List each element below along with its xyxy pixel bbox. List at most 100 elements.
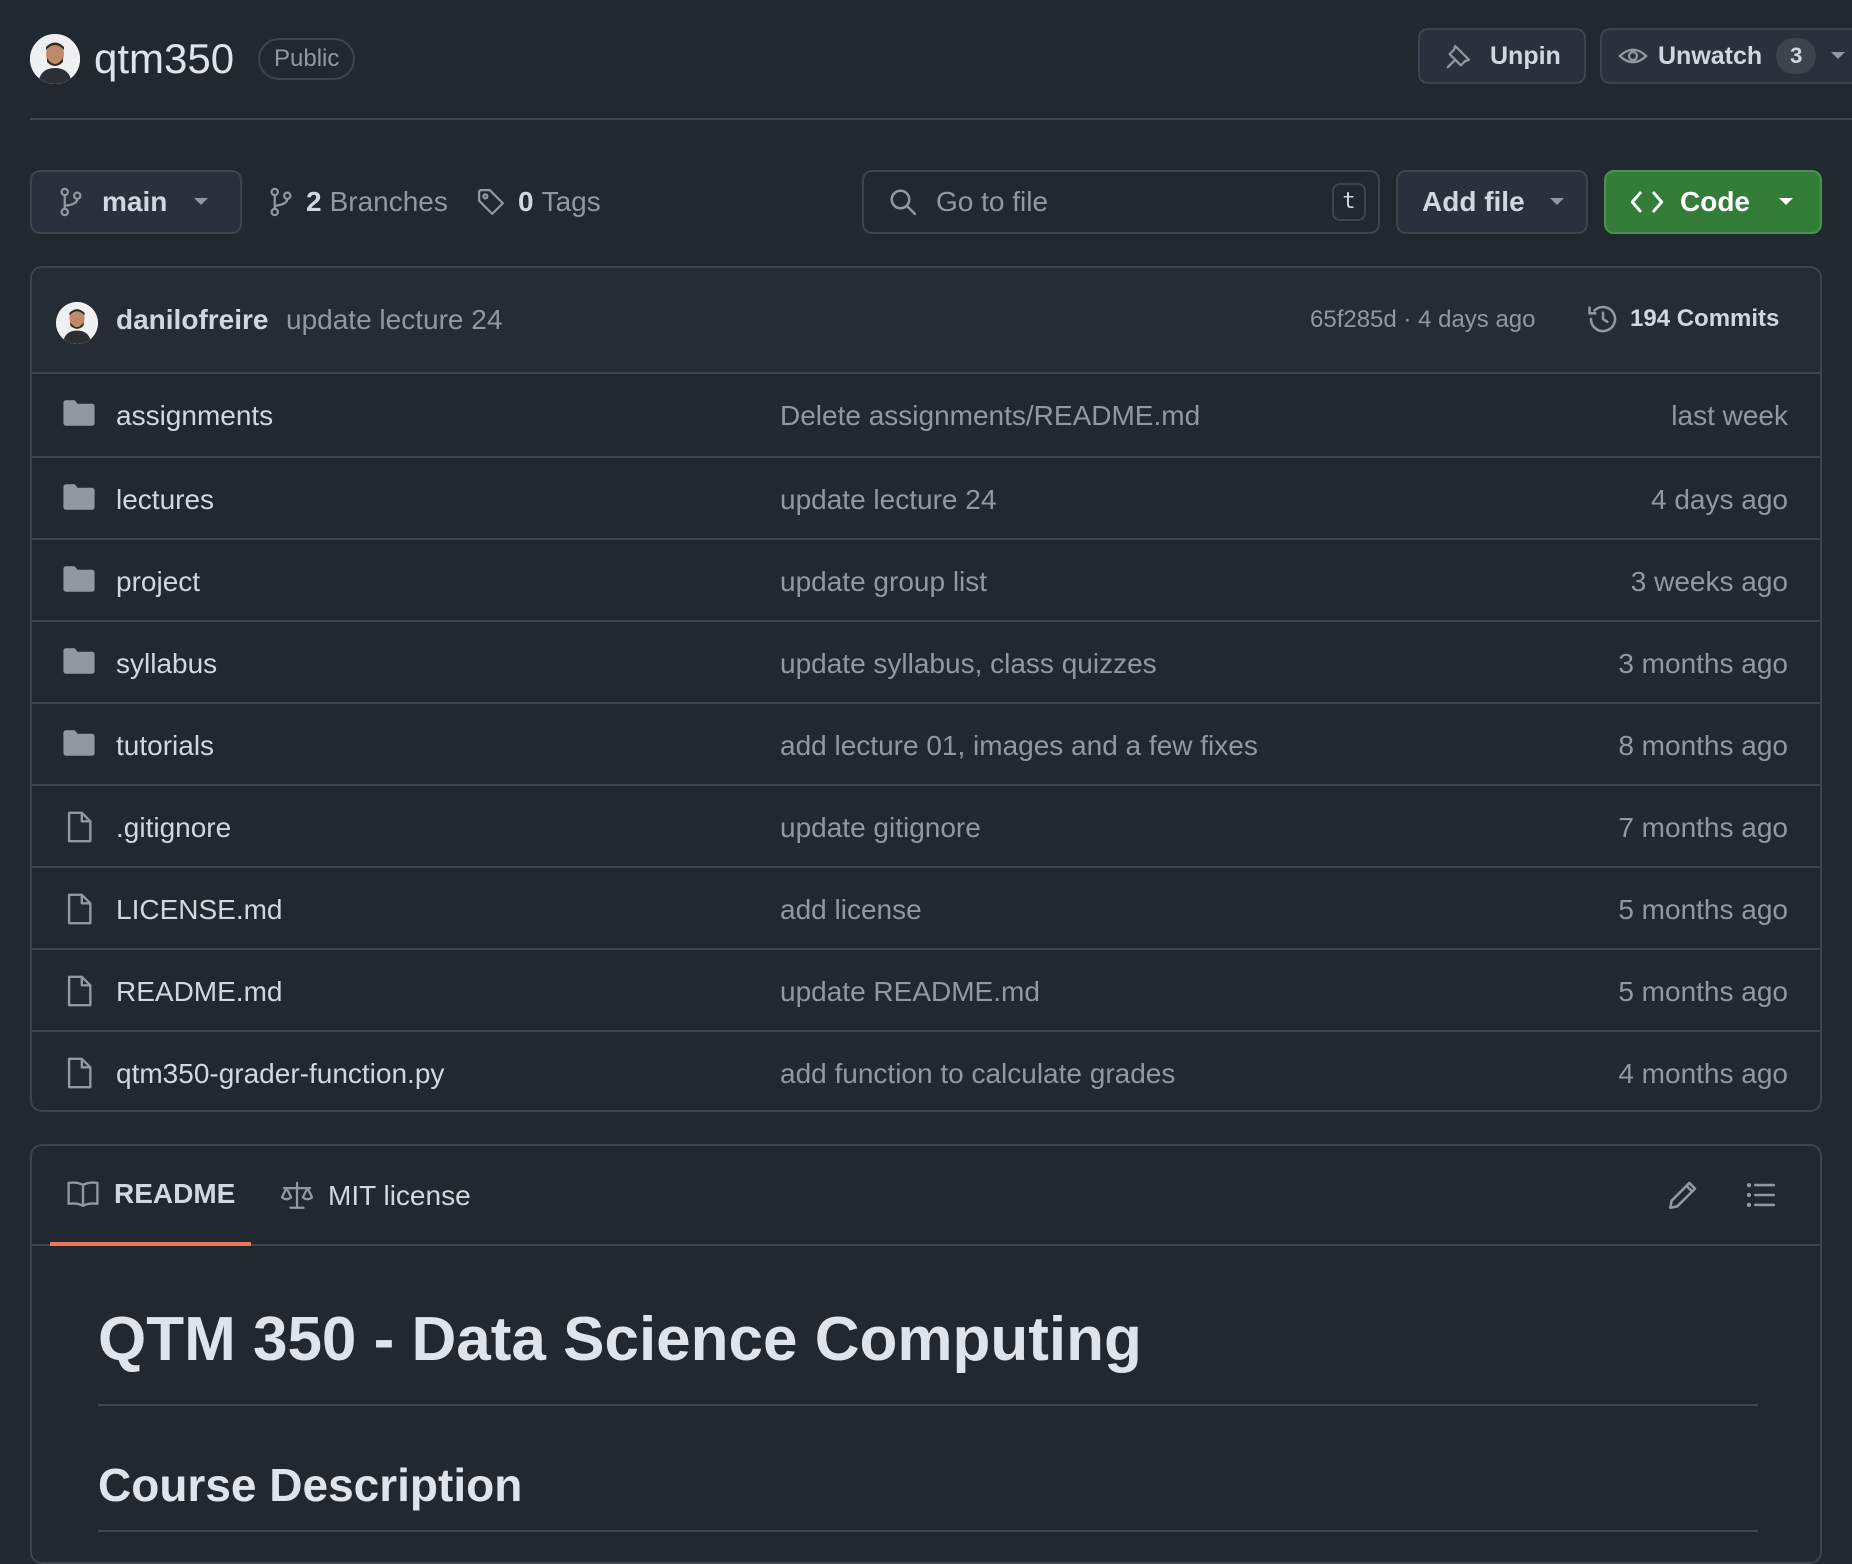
unwatch-label: Unwatch xyxy=(1658,41,1763,70)
branches-count: 2 xyxy=(306,186,322,217)
search-placeholder: Go to file xyxy=(936,186,1049,217)
branch-selector[interactable]: main xyxy=(30,170,242,234)
file-commit-message[interactable]: add license xyxy=(780,894,922,926)
chevron-down-icon[interactable] xyxy=(1830,51,1846,61)
tags-link[interactable]: 0 Tags xyxy=(476,170,601,234)
folder-icon xyxy=(62,728,96,758)
visibility-badge: Public xyxy=(258,38,356,80)
file-row[interactable]: .gitignore update gitignore 7 months ago xyxy=(32,784,1820,866)
file-commit-age: 4 days ago xyxy=(1651,484,1788,515)
file-list: assignments Delete assignments/README.md l… xyxy=(32,374,1820,1110)
repo-toolbar: main 2 Branches 0 Tags Go to file t Add … xyxy=(30,170,1822,234)
file-row[interactable]: syllabus update syllabus, class quizzes 3 … xyxy=(32,620,1820,702)
law-scale-icon xyxy=(280,1180,314,1212)
commit-message[interactable]: update lecture 24 xyxy=(286,304,502,336)
latest-commit-bar: danilofreire update lecture 24 65f285d ·… xyxy=(32,268,1820,374)
repo-header: qtm350 Public Unpin Unwatch 3 xyxy=(30,28,1852,120)
file-name[interactable]: syllabus xyxy=(116,648,217,680)
edit-readme-button[interactable] xyxy=(1666,1178,1700,1212)
file-row[interactable]: tutorials add lecture 01, images and a fe… xyxy=(32,702,1820,784)
branches-link[interactable]: 2 Branches xyxy=(268,170,448,234)
file-commit-message[interactable]: add lecture 01, images and a few fixes xyxy=(780,730,1258,762)
file-commit-message[interactable]: update README.md xyxy=(780,976,1040,1008)
file-row[interactable]: project update group list 3 weeks ago xyxy=(32,538,1820,620)
file-icon xyxy=(62,810,96,844)
code-label: Code xyxy=(1680,186,1750,217)
file-commit-message[interactable]: update gitignore xyxy=(780,812,981,844)
book-icon xyxy=(66,1179,100,1209)
outline-button[interactable] xyxy=(1744,1178,1778,1212)
folder-icon xyxy=(62,398,96,428)
file-name[interactable]: project xyxy=(116,566,200,598)
pencil-icon xyxy=(1666,1178,1700,1212)
file-name[interactable]: qtm350-grader-function.py xyxy=(116,1058,444,1090)
add-file-label: Add file xyxy=(1422,186,1525,217)
unpin-button[interactable]: Unpin xyxy=(1418,28,1586,84)
file-row[interactable]: qtm350-grader-function.py add function to… xyxy=(32,1030,1820,1110)
tags-count: 0 xyxy=(518,186,534,217)
file-name[interactable]: tutorials xyxy=(116,730,214,762)
keyboard-shortcut: t xyxy=(1332,183,1366,221)
author-avatar[interactable] xyxy=(56,302,98,344)
tab-license[interactable]: MIT license xyxy=(280,1146,471,1246)
search-icon xyxy=(888,187,918,217)
file-commit-message[interactable]: update lecture 24 xyxy=(780,484,996,516)
folder-icon xyxy=(62,482,96,512)
readme-section-heading: Course Description xyxy=(98,1406,1758,1532)
list-unordered-icon xyxy=(1744,1178,1778,1212)
repo-name[interactable]: qtm350 xyxy=(94,34,234,84)
readme-content: QTM 350 - Data Science Computing Course … xyxy=(98,1246,1758,1532)
add-file-button[interactable]: Add file xyxy=(1396,170,1588,234)
file-commit-age: 5 months ago xyxy=(1618,976,1788,1007)
file-table: danilofreire update lecture 24 65f285d ·… xyxy=(30,266,1822,1112)
file-commit-age: 7 months ago xyxy=(1618,812,1788,843)
git-branch-icon xyxy=(58,187,84,217)
file-commit-age: 5 months ago xyxy=(1618,894,1788,925)
file-commit-age: last week xyxy=(1671,400,1788,431)
folder-icon xyxy=(62,564,96,594)
git-branch-icon xyxy=(268,187,294,217)
file-commit-age: 4 months ago xyxy=(1618,1058,1788,1089)
branch-name: main xyxy=(102,186,168,217)
code-icon xyxy=(1630,189,1664,215)
file-commit-message[interactable]: add function to calculate grades xyxy=(780,1058,1175,1090)
watch-count: 3 xyxy=(1776,38,1817,74)
go-to-file-input[interactable]: Go to file t xyxy=(862,170,1380,234)
unwatch-button[interactable]: Unwatch 3 xyxy=(1600,28,1852,84)
file-commit-age: 3 weeks ago xyxy=(1630,566,1788,597)
file-icon xyxy=(62,974,96,1008)
file-name[interactable]: LICENSE.md xyxy=(116,894,283,926)
tab-readme[interactable]: README xyxy=(50,1146,252,1246)
file-commit-age: 8 months ago xyxy=(1618,730,1788,761)
folder-icon xyxy=(62,646,96,676)
readme-panel: README MIT license QTM 350 - Data Scienc… xyxy=(30,1144,1822,1564)
chevron-down-icon xyxy=(1549,197,1565,207)
readme-title: QTM 350 - Data Science Computing xyxy=(98,1246,1758,1406)
chevron-down-icon xyxy=(193,197,209,207)
file-name[interactable]: README.md xyxy=(116,976,282,1008)
commit-author[interactable]: danilofreire xyxy=(116,304,268,336)
eye-icon xyxy=(1618,41,1648,71)
file-commit-age: 3 months ago xyxy=(1618,648,1788,679)
commits-history-link[interactable]: 194 Commits xyxy=(1586,302,1779,336)
tag-icon xyxy=(476,187,506,217)
file-icon xyxy=(62,892,96,926)
commit-hash-and-time[interactable]: 65f285d · 4 days ago xyxy=(1310,306,1536,334)
owner-avatar[interactable] xyxy=(30,34,80,84)
file-row[interactable]: lectures update lecture 24 4 days ago xyxy=(32,456,1820,538)
chevron-down-icon xyxy=(1778,197,1794,207)
file-row[interactable]: LICENSE.md add license 5 months ago xyxy=(32,866,1820,948)
file-commit-message[interactable]: update syllabus, class quizzes xyxy=(780,648,1157,680)
code-button[interactable]: Code xyxy=(1604,170,1822,234)
readme-tabs: README MIT license xyxy=(32,1146,1820,1246)
tab-readme-label: README xyxy=(114,1178,236,1209)
file-name[interactable]: lectures xyxy=(116,484,214,516)
file-row[interactable]: README.md update README.md 5 months ago xyxy=(32,948,1820,1030)
branches-label: Branches xyxy=(329,186,448,217)
file-commit-message[interactable]: Delete assignments/README.md xyxy=(780,400,1200,432)
file-row[interactable]: assignments Delete assignments/README.md l… xyxy=(32,374,1820,456)
file-commit-message[interactable]: update group list xyxy=(780,566,987,598)
file-name[interactable]: assignments xyxy=(116,400,273,432)
commits-label: 194 Commits xyxy=(1630,305,1780,332)
file-name[interactable]: .gitignore xyxy=(116,812,231,844)
